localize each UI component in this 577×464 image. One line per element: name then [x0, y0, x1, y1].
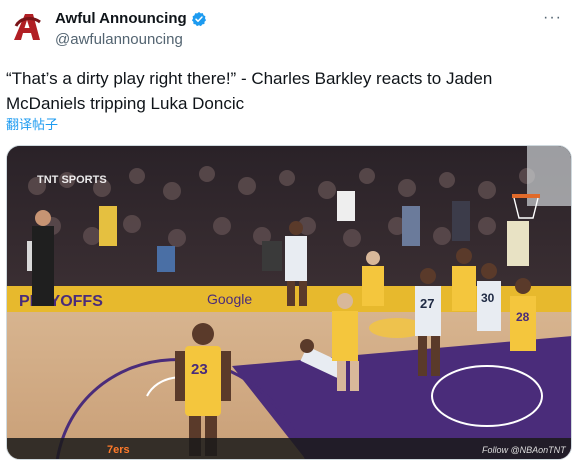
- more-options-icon[interactable]: ···: [543, 9, 562, 27]
- account-name-row: Awful Announcing: [55, 10, 207, 27]
- video-credit: Follow @NBAonTNT: [482, 445, 567, 455]
- jersey-23: 23: [191, 361, 208, 378]
- tnt-sports-logo-icon: TNT SPORTS: [37, 174, 107, 186]
- court-banner-text: PLAYOFFS: [19, 293, 103, 310]
- jersey-30: 30: [481, 291, 495, 305]
- broadcaster-logo: TNT SPORTS: [37, 174, 107, 186]
- score-tag: 7ers: [107, 444, 130, 456]
- display-name[interactable]: Awful Announcing: [55, 10, 187, 27]
- court-logo-text: Google: [207, 291, 252, 307]
- verified-badge-icon: [191, 11, 207, 27]
- account-handle[interactable]: @awfulannouncing: [55, 31, 183, 48]
- tweet-video[interactable]: PLAYOFFS Google 27 30 28 23 TNT SPORTS 7…: [6, 145, 572, 460]
- jersey-27: 27: [420, 296, 434, 311]
- video-frame: PLAYOFFS Google 27 30 28 23 TNT SPORTS 7…: [7, 146, 571, 459]
- jersey-28: 28: [516, 310, 530, 324]
- awful-announcing-logo-icon: [6, 6, 48, 48]
- translate-post-link[interactable]: 翻译帖子: [6, 114, 58, 133]
- tweet-text: “That’s a dirty play right there!” - Cha…: [6, 69, 493, 113]
- avatar[interactable]: [6, 6, 48, 48]
